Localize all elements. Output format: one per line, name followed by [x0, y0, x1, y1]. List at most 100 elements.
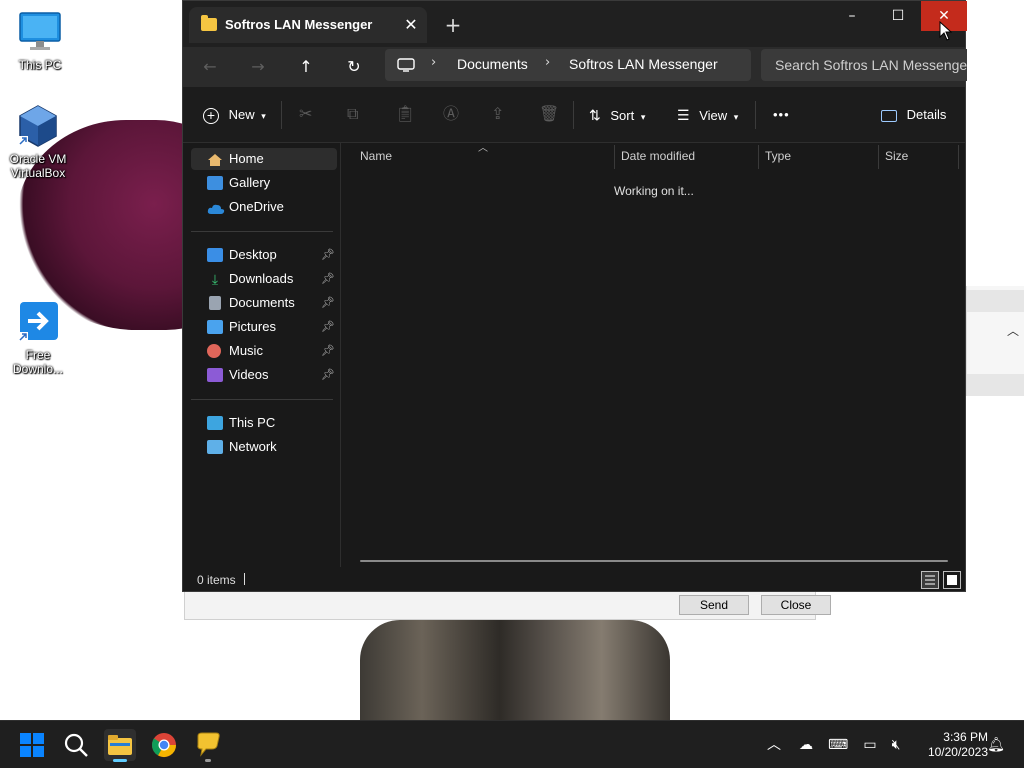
column-header-size[interactable]: Size: [885, 149, 908, 163]
tab-softros-lan-messenger[interactable]: Softros LAN Messenger ✕: [189, 7, 427, 43]
send-button[interactable]: Send: [679, 595, 749, 615]
sidebar-item-downloads[interactable]: ⤓ Downloads 📌︎: [191, 268, 337, 290]
search-input[interactable]: Search Softros LAN Messenger: [761, 49, 967, 81]
view-button[interactable]: ☰ View ▾: [677, 103, 738, 127]
column-divider[interactable]: [758, 145, 759, 169]
sidebar-item-gallery[interactable]: Gallery: [191, 172, 337, 194]
clock-date: 10/20/2023: [927, 745, 988, 759]
pin-icon[interactable]: 📌︎: [321, 340, 335, 362]
sidebar-item-this-pc[interactable]: This PC: [191, 412, 337, 434]
delete-icon[interactable]: 🗑︎: [539, 103, 559, 127]
onedrive-status-icon[interactable]: ☁: [796, 735, 816, 755]
breadcrumb-softros-lan-messenger[interactable]: Softros LAN Messenger: [569, 56, 718, 72]
desktop-icon-virtualbox[interactable]: Oracle VM VirtualBox: [0, 104, 76, 180]
pin-icon[interactable]: 📌︎: [321, 268, 335, 290]
copy-icon[interactable]: ⧉: [347, 103, 358, 127]
sidebar-item-pictures[interactable]: Pictures 📌︎: [191, 316, 337, 338]
sidebar-item-documents[interactable]: Documents 📌︎: [191, 292, 337, 314]
column-divider[interactable]: [958, 145, 959, 169]
desktop-icon-free-download-manager[interactable]: Free Downlo...: [0, 300, 76, 376]
search-icon: [64, 733, 88, 757]
column-divider[interactable]: [878, 145, 879, 169]
column-header-date-modified[interactable]: Date modified: [621, 149, 695, 163]
pin-icon[interactable]: 📌︎: [321, 292, 335, 314]
sidebar-item-onedrive[interactable]: OneDrive: [191, 196, 337, 218]
title-bar[interactable]: Softros LAN Messenger ✕ + – ☐ ✕: [183, 1, 967, 47]
view-label: View: [699, 108, 728, 123]
chevron-down-icon: ▾: [261, 111, 266, 121]
column-header-name[interactable]: Name: [360, 149, 392, 163]
details-view-icon[interactable]: [921, 571, 939, 589]
back-arrow-icon[interactable]: ←: [197, 55, 223, 79]
messenger-window-behind: Send Close: [184, 588, 831, 620]
new-tab-icon[interactable]: +: [441, 13, 465, 37]
desktop-icon-label: Oracle VM VirtualBox: [9, 152, 67, 180]
sidebar-divider: [191, 399, 333, 400]
download-icon: ⤓: [211, 271, 219, 287]
pin-icon[interactable]: 📌︎: [321, 244, 335, 266]
computer-icon: [207, 416, 223, 430]
pin-icon[interactable]: 📌︎: [321, 316, 335, 338]
volume-muted-icon[interactable]: 🔇︎: [886, 735, 906, 755]
start-button[interactable]: [16, 729, 48, 761]
up-arrow-icon[interactable]: ↑: [293, 55, 319, 79]
close-button[interactable]: Close: [761, 595, 831, 615]
network-status-icon[interactable]: ▭: [860, 735, 880, 755]
desktop-icon-this-pc[interactable]: This PC: [2, 10, 78, 72]
show-hidden-icons-chevron-icon[interactable]: ︿: [764, 735, 784, 755]
file-list[interactable]: ︿ Name Date modified Type Size Working o…: [342, 143, 965, 567]
breadcrumb-documents[interactable]: Documents: [457, 56, 528, 72]
more-options-button[interactable]: •••: [773, 103, 790, 127]
keyboard-icon[interactable]: ⌨: [828, 735, 848, 755]
column-header-type[interactable]: Type: [765, 149, 791, 163]
taskbar-file-explorer[interactable]: [104, 729, 136, 762]
cut-icon[interactable]: ✂: [299, 103, 312, 127]
tab-title: Softros LAN Messenger: [225, 17, 373, 32]
sort-ascending-icon: ︿: [478, 143, 488, 154]
sidebar-item-music[interactable]: Music 📌︎: [191, 340, 337, 362]
rename-icon[interactable]: Ⓐ: [443, 103, 459, 127]
wallpaper-art-bottom: [360, 620, 670, 720]
sidebar-item-desktop[interactable]: Desktop 📌︎: [191, 244, 337, 266]
pin-icon[interactable]: 📌︎: [321, 364, 335, 386]
status-bar: 0 items: [183, 567, 965, 591]
maximize-button[interactable]: ☐: [875, 1, 921, 31]
sidebar-item-home[interactable]: Home: [191, 148, 337, 170]
search-button[interactable]: [60, 729, 92, 761]
address-bar: ← → ↑ ↻ › Documents › Softros LAN Messen…: [183, 47, 967, 87]
new-label: New: [228, 107, 255, 122]
background-window-fragment: ︿: [966, 286, 1024, 396]
paste-icon[interactable]: 📋︎: [395, 103, 415, 127]
file-explorer-window: Softros LAN Messenger ✕ + – ☐ ✕ ← → ↑ ↻ …: [182, 0, 967, 592]
taskbar-chrome[interactable]: [148, 729, 180, 761]
taskbar-clock[interactable]: 3:36 PM 10/20/2023: [908, 730, 988, 760]
sidebar-item-label: Gallery: [229, 175, 271, 190]
notification-bell-icon[interactable]: 🔔︎: [986, 735, 1006, 755]
monitor-icon: [18, 10, 62, 54]
column-divider[interactable]: [614, 145, 615, 169]
pictures-icon: [207, 320, 223, 334]
chevron-up-icon: ︿: [1007, 324, 1020, 338]
large-icons-view-icon[interactable]: [943, 571, 961, 589]
close-tab-icon[interactable]: ✕: [401, 15, 421, 35]
minimize-button[interactable]: –: [829, 1, 875, 31]
refresh-icon[interactable]: ↻: [341, 55, 367, 79]
sort-button[interactable]: ⇅ Sort ▾: [589, 103, 645, 127]
toolbar-divider: [281, 101, 282, 129]
share-icon[interactable]: ⇪: [491, 103, 504, 127]
music-icon: [207, 344, 221, 358]
new-button[interactable]: + New ▾: [203, 103, 266, 127]
taskbar-softros-messenger[interactable]: [192, 729, 224, 762]
sidebar-item-label: Pictures: [229, 319, 276, 334]
forward-arrow-icon[interactable]: →: [245, 55, 271, 79]
chevron-down-icon: ▾: [640, 112, 646, 122]
toolbar-divider: [755, 101, 756, 129]
horizontal-scrollbar[interactable]: [360, 560, 948, 562]
breadcrumb[interactable]: › Documents › Softros LAN Messenger: [385, 49, 751, 81]
loading-text: Working on it...: [614, 184, 694, 198]
command-bar: + New ▾ ✂ ⧉ 📋︎ Ⓐ ⇪ 🗑︎ ⇅ Sort ▾ ☰ View ▾ …: [183, 87, 965, 143]
sidebar-item-videos[interactable]: Videos 📌︎: [191, 364, 337, 386]
sidebar-item-network[interactable]: Network: [191, 436, 337, 458]
sidebar-item-label: Downloads: [229, 271, 294, 286]
details-button[interactable]: Details: [881, 103, 946, 127]
